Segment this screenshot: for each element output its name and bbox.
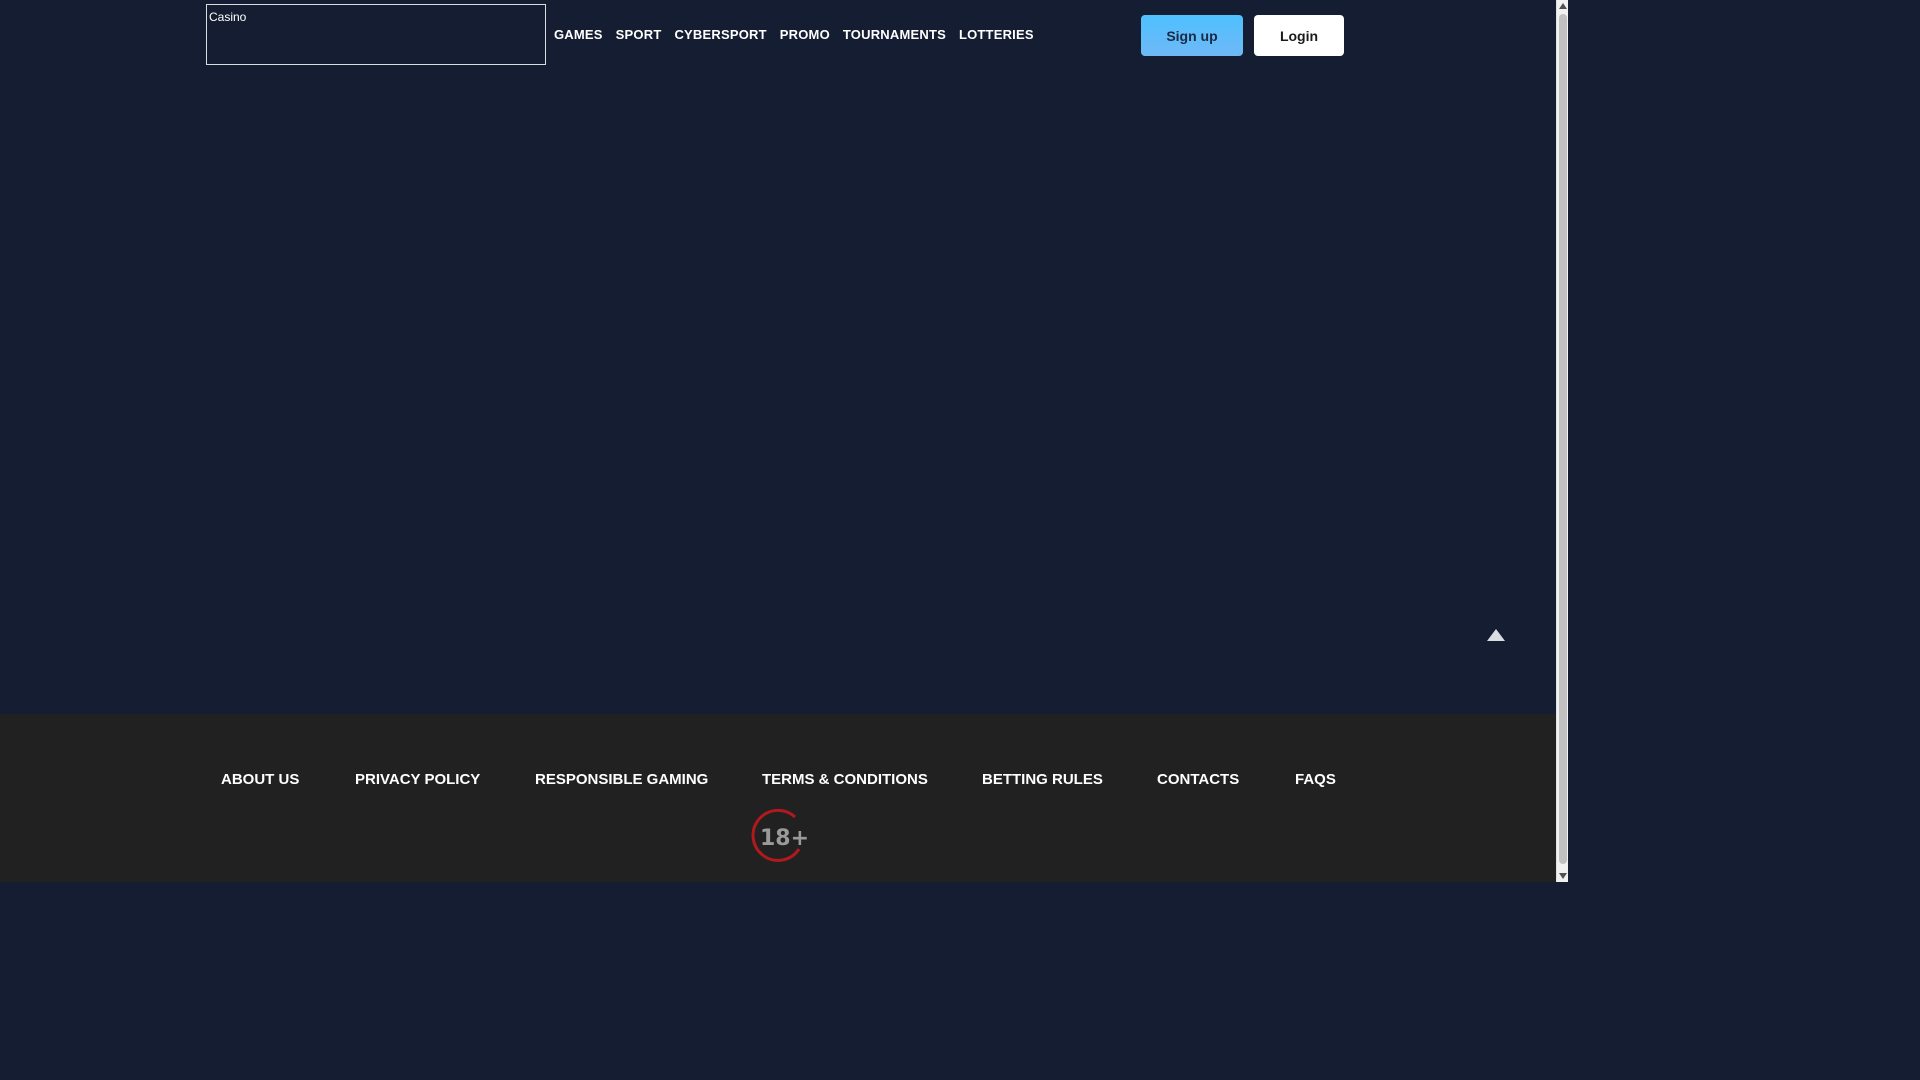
nav-item-sport[interactable]: SPORT xyxy=(616,27,662,42)
main-nav: GAMES SPORT CYBERSPORT PROMO TOURNAMENTS… xyxy=(554,27,1047,42)
scroll-up-arrow-icon[interactable] xyxy=(1559,3,1567,9)
nav-item-lotteries[interactable]: LOTTERIES xyxy=(959,27,1034,42)
login-button[interactable]: Login xyxy=(1254,15,1344,56)
footer-link-betting-rules[interactable]: BETTING RULES xyxy=(982,771,1103,788)
footer-links: ABOUT US PRIVACY POLICY RESPONSIBLE GAMI… xyxy=(0,771,1556,791)
scroll-to-top-icon[interactable] xyxy=(1486,628,1506,642)
casino-logo[interactable]: Casino xyxy=(206,4,546,65)
logo-alt-text: Casino xyxy=(209,10,247,24)
page: Casino GAMES SPORT CYBERSPORT PROMO TOUR… xyxy=(0,0,1556,882)
footer-link-terms-conditions[interactable]: TERMS & CONDITIONS xyxy=(762,771,928,788)
nav-item-tournaments[interactable]: TOURNAMENTS xyxy=(843,27,946,42)
scrollbar-thumb[interactable] xyxy=(1559,14,1567,864)
nav-item-games[interactable]: GAMES xyxy=(554,27,603,42)
site-footer: ABOUT US PRIVACY POLICY RESPONSIBLE GAMI… xyxy=(0,714,1556,882)
footer-link-privacy-policy[interactable]: PRIVACY POLICY xyxy=(355,771,480,788)
footer-link-contacts[interactable]: CONTACTS xyxy=(1157,771,1239,788)
footer-link-about-us[interactable]: ABOUT US xyxy=(221,771,299,788)
age-restriction-18-icon: 18+ xyxy=(749,808,809,863)
age-badge-label: 18+ xyxy=(760,826,807,851)
footer-link-responsible-gaming[interactable]: RESPONSIBLE GAMING xyxy=(535,771,708,788)
vertical-scrollbar[interactable] xyxy=(1556,0,1568,882)
footer-link-faqs[interactable]: FAQS xyxy=(1295,771,1336,788)
site-header: Casino GAMES SPORT CYBERSPORT PROMO TOUR… xyxy=(0,0,1556,70)
nav-item-cybersport[interactable]: CYBERSPORT xyxy=(674,27,766,42)
nav-item-promo[interactable]: PROMO xyxy=(780,27,830,42)
sign-up-button[interactable]: Sign up xyxy=(1141,15,1243,56)
scroll-down-arrow-icon[interactable] xyxy=(1559,873,1567,879)
